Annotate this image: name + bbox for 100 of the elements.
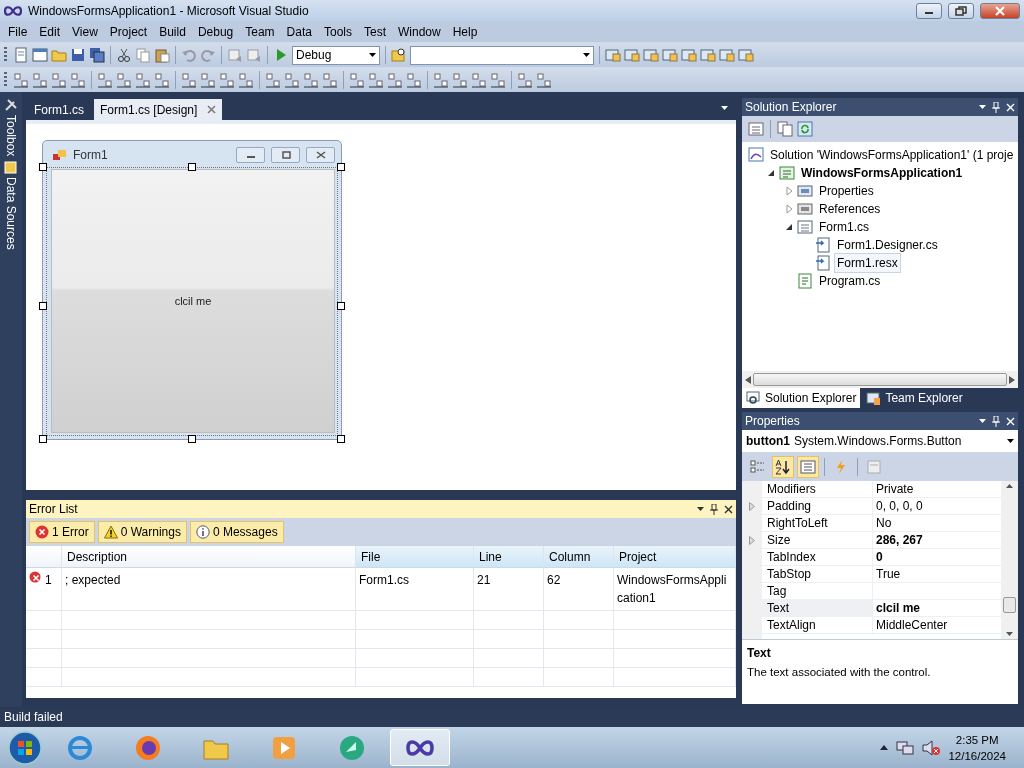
dropdown-arrow-icon[interactable]: [697, 507, 704, 511]
filter-button[interactable]: 0 Messages: [189, 521, 284, 543]
start-orb-icon[interactable]: [8, 730, 42, 765]
menu-item[interactable]: View: [66, 21, 104, 42]
property-name[interactable]: Modifiers: [762, 481, 873, 497]
resize-handle[interactable]: [337, 302, 345, 310]
property-name[interactable]: Tag: [762, 583, 873, 599]
layout-align-icon[interactable]: [517, 72, 533, 88]
property-value[interactable]: clcil me: [873, 600, 1001, 616]
layout-align-icon[interactable]: [303, 72, 319, 88]
layout-align-icon[interactable]: [32, 72, 48, 88]
property-name[interactable]: TabIndex: [762, 549, 873, 565]
configuration-dropdown[interactable]: Debug: [292, 45, 380, 65]
tool-window-icon[interactable]: [681, 47, 697, 63]
new-document-icon[interactable]: [13, 47, 29, 63]
layout-align-icon[interactable]: [471, 72, 487, 88]
layout-align-icon[interactable]: [135, 72, 151, 88]
layout-align-icon[interactable]: [284, 72, 300, 88]
layout-align-icon[interactable]: [219, 72, 235, 88]
toolbar-button[interactable]: [772, 456, 794, 478]
scissors-icon[interactable]: [116, 47, 132, 63]
layout-align-icon[interactable]: [200, 72, 216, 88]
window-icon[interactable]: [32, 47, 48, 63]
pin-icon[interactable]: [992, 101, 1000, 113]
property-name[interactable]: TextAlign: [762, 617, 873, 633]
scroll-right-icon[interactable]: [1009, 375, 1015, 384]
menu-item[interactable]: File: [2, 21, 34, 42]
tree-item[interactable]: WindowsFormsApplication1: [798, 163, 966, 183]
layout-align-icon[interactable]: [13, 72, 29, 88]
layout-align-icon[interactable]: [433, 72, 449, 88]
layout-align-icon[interactable]: [349, 72, 365, 88]
layout-align-icon[interactable]: [490, 72, 506, 88]
scroll-down-icon[interactable]: [1006, 632, 1013, 636]
property-value[interactable]: MiddleCenter: [873, 617, 1001, 633]
document-tab[interactable]: Form1.cs: [28, 99, 90, 120]
expand-arrow-icon[interactable]: [749, 501, 755, 511]
tool-window-icon[interactable]: [719, 47, 735, 63]
column-header[interactable]: Description: [62, 546, 356, 568]
tool-window-icon[interactable]: [700, 47, 716, 63]
filter-button[interactable]: 1 Error: [29, 521, 95, 543]
tool-window-icon[interactable]: [662, 47, 678, 63]
expanded-arrow-icon[interactable]: [766, 168, 776, 178]
resize-handle[interactable]: [188, 163, 196, 171]
navigate-icon[interactable]: [246, 47, 262, 63]
layout-align-icon[interactable]: [265, 72, 281, 88]
collapsed-arrow-icon[interactable]: [784, 186, 794, 196]
close-icon[interactable]: [724, 504, 733, 514]
menu-item[interactable]: Project: [103, 21, 154, 42]
tree-item[interactable]: Properties: [816, 181, 877, 201]
property-value[interactable]: 0, 0, 0, 0: [873, 498, 1001, 514]
layout-align-icon[interactable]: [238, 72, 254, 88]
property-value[interactable]: 0: [873, 549, 1001, 565]
tool-window-icon[interactable]: [738, 47, 754, 63]
column-header[interactable]: File: [356, 546, 474, 568]
panel-tab[interactable]: Solution Explorer: [742, 388, 861, 408]
layout-align-icon[interactable]: [387, 72, 403, 88]
data-sources-tab[interactable]: Data Sources: [2, 160, 20, 251]
layout-align-icon[interactable]: [70, 72, 86, 88]
layout-align-icon[interactable]: [51, 72, 67, 88]
menu-item[interactable]: Help: [446, 21, 484, 42]
navigate-icon[interactable]: [227, 47, 243, 63]
menu-item[interactable]: Window: [392, 21, 447, 42]
menu-item[interactable]: Build: [153, 21, 192, 42]
refresh-icon[interactable]: [797, 121, 813, 137]
layout-align-icon[interactable]: [322, 72, 338, 88]
scroll-left-icon[interactable]: [745, 375, 751, 384]
filter-button[interactable]: 0 Warnings: [97, 521, 187, 543]
form-button[interactable]: clcil me: [51, 169, 335, 433]
menu-item[interactable]: Data: [280, 21, 318, 42]
property-name[interactable]: Padding: [762, 498, 873, 514]
paste-icon[interactable]: [154, 47, 170, 63]
layout-align-icon[interactable]: [406, 72, 422, 88]
layout-align-icon[interactable]: [97, 72, 113, 88]
expand-arrow-icon[interactable]: [749, 535, 755, 545]
property-name[interactable]: RightToLeft: [762, 515, 873, 531]
horizontal-scrollbar[interactable]: [742, 371, 1018, 388]
show-hidden-icon[interactable]: [880, 745, 889, 750]
property-name[interactable]: TabStop: [762, 566, 873, 582]
panel-tab[interactable]: Team Explorer: [862, 388, 967, 408]
resize-handle[interactable]: [39, 435, 47, 443]
resize-handle[interactable]: [39, 302, 47, 310]
tree-item[interactable]: Program.cs: [816, 271, 884, 291]
layout-align-icon[interactable]: [536, 72, 552, 88]
resize-handle[interactable]: [188, 435, 196, 443]
tree-item[interactable]: Form1.resx: [834, 253, 901, 273]
pin-icon[interactable]: [992, 415, 1000, 427]
dropdown-arrow-icon[interactable]: [979, 419, 986, 423]
pin-icon[interactable]: [710, 503, 718, 515]
resize-handle[interactable]: [337, 163, 345, 171]
scroll-up-icon[interactable]: [1006, 484, 1013, 488]
save-icon[interactable]: [70, 47, 86, 63]
layout-align-icon[interactable]: [154, 72, 170, 88]
scrollbar-thumb[interactable]: [753, 373, 1007, 386]
property-value[interactable]: 286, 267: [873, 532, 1001, 548]
muted-speaker-icon[interactable]: [922, 739, 941, 756]
taskbar-app-button[interactable]: [390, 729, 450, 766]
clock[interactable]: 2:35 PM 12/16/2024: [948, 731, 1006, 764]
tool-window-icon[interactable]: [643, 47, 659, 63]
layout-align-icon[interactable]: [116, 72, 132, 88]
menu-item[interactable]: Team: [239, 21, 281, 42]
